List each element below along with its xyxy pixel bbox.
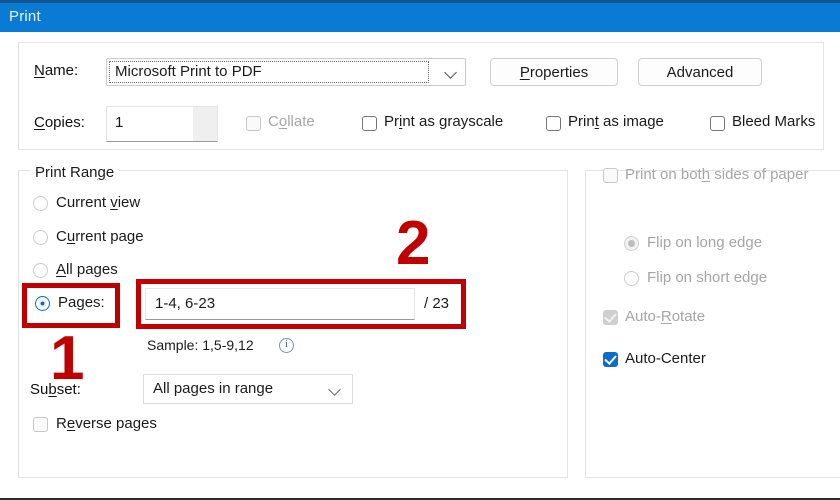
subset-value: All pages in range bbox=[153, 380, 274, 397]
print-as-grayscale-label[interactable]: Print as grayscale bbox=[384, 113, 503, 130]
subset-combo[interactable]: All pages in range bbox=[143, 374, 353, 404]
radio-all-pages-label[interactable]: All pages bbox=[56, 261, 118, 278]
print-both-sides-checkbox bbox=[603, 168, 618, 183]
sample-hint-text: Sample: 1,5-9,12 bbox=[147, 337, 254, 353]
check-icon bbox=[604, 310, 617, 323]
radio-flip-long-edge-label: Flip on long edge bbox=[647, 234, 763, 251]
page-handling-group-box bbox=[585, 170, 840, 478]
annotation-box-pages-radio bbox=[22, 283, 120, 328]
copies-spinner-buttons[interactable] bbox=[193, 107, 217, 141]
info-icon[interactable]: i bbox=[279, 338, 294, 353]
collate-checkbox bbox=[246, 116, 261, 131]
radio-dot bbox=[628, 240, 635, 247]
print-as-image-checkbox[interactable] bbox=[546, 116, 561, 131]
bleed-marks-label[interactable]: Bleed Marks bbox=[732, 113, 815, 130]
properties-button[interactable]: Properties bbox=[490, 58, 618, 86]
print-as-grayscale-checkbox[interactable] bbox=[362, 116, 377, 131]
auto-rotate-label: Auto-Rotate bbox=[625, 308, 706, 325]
window-title: Print bbox=[9, 8, 41, 25]
radio-current-view[interactable] bbox=[33, 196, 48, 211]
print-both-sides-label: Print on both sides of paper bbox=[625, 166, 809, 183]
printer-name-label: Name: bbox=[34, 62, 79, 79]
advanced-button[interactable]: Advanced bbox=[638, 58, 762, 86]
reverse-pages-checkbox[interactable] bbox=[33, 417, 48, 432]
annotation-marker-1: 1 bbox=[50, 324, 85, 393]
annotation-marker-2: 2 bbox=[396, 209, 431, 278]
info-icon-glyph: i bbox=[284, 338, 289, 350]
collate-label: Collate bbox=[268, 113, 315, 130]
print-as-image-label[interactable]: Print as image bbox=[568, 113, 664, 130]
auto-center-checkbox[interactable] bbox=[603, 352, 618, 367]
focus-rectangle bbox=[109, 61, 429, 83]
print-dialog: Print Name: Microsoft Print to PDF Prope… bbox=[0, 0, 840, 500]
bleed-marks-checkbox[interactable] bbox=[710, 116, 725, 131]
chevron-down-icon[interactable] bbox=[330, 384, 342, 396]
check-icon bbox=[604, 352, 617, 365]
radio-current-view-label[interactable]: Current view bbox=[56, 194, 140, 211]
radio-current-page[interactable] bbox=[33, 230, 48, 245]
copies-value: 1 bbox=[115, 114, 124, 131]
copies-stepper[interactable]: 1 bbox=[106, 106, 218, 142]
radio-flip-long-edge bbox=[624, 236, 639, 251]
annotation-box-pages-input bbox=[136, 279, 466, 329]
radio-flip-short-edge-label: Flip on short edge bbox=[647, 269, 768, 286]
auto-center-label[interactable]: Auto-Center bbox=[625, 350, 706, 367]
advanced-button-label: Advanced bbox=[666, 63, 734, 81]
printer-name-combo[interactable]: Microsoft Print to PDF bbox=[106, 58, 466, 86]
title-bar: Print bbox=[0, 0, 840, 32]
reverse-pages-label[interactable]: Reverse pages bbox=[56, 415, 157, 432]
radio-all-pages[interactable] bbox=[33, 263, 48, 278]
auto-rotate-checkbox bbox=[603, 310, 618, 325]
properties-button-label: Properties bbox=[519, 63, 589, 81]
copies-label: Copies: bbox=[34, 114, 85, 131]
chevron-down-icon[interactable] bbox=[445, 66, 459, 80]
radio-flip-short-edge bbox=[624, 271, 639, 286]
print-range-legend: Print Range bbox=[30, 164, 120, 181]
radio-current-page-label[interactable]: Current page bbox=[56, 228, 144, 245]
